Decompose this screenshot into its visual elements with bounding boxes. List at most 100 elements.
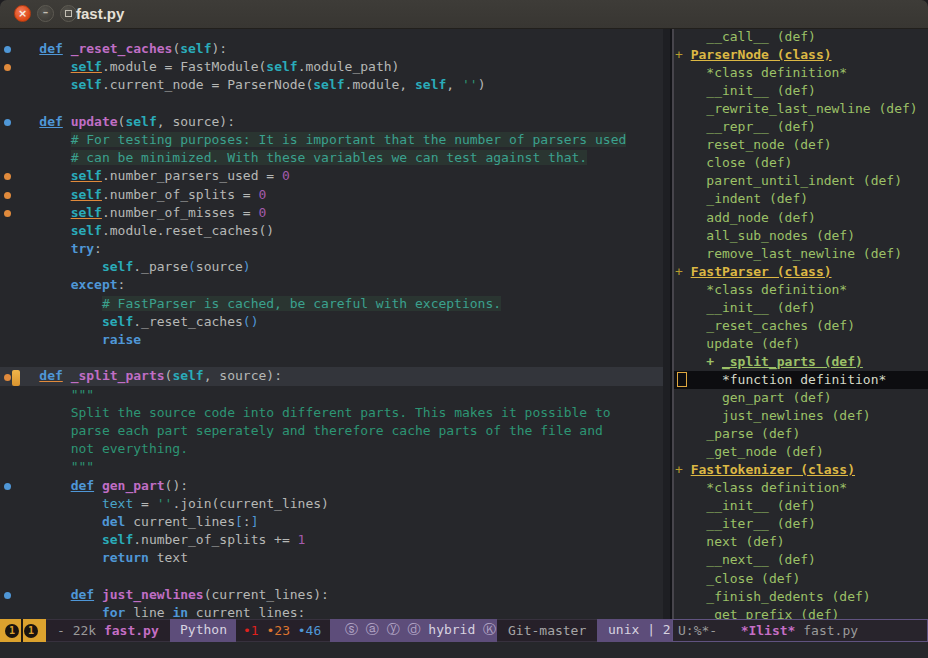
code-line[interactable]: self.module.reset_caches() (0, 222, 663, 240)
code-token: __next__ (def) (706, 552, 816, 567)
code-token (675, 83, 706, 98)
flycheck-info-dot (4, 46, 11, 53)
outline-item[interactable]: _reset_caches (def) (674, 317, 855, 335)
outline-item[interactable]: __init__ (def) (674, 299, 816, 317)
outline-item[interactable]: _rewrite_last_newline (def) (674, 100, 918, 118)
code-line[interactable]: self.current_node = ParserNode(self.modu… (0, 76, 663, 94)
outline-item[interactable]: __init__ (def) (674, 82, 816, 100)
outline-item[interactable]: __call__ (def) (674, 28, 816, 46)
code-line[interactable]: def gen_part(): (0, 477, 663, 495)
code-line[interactable]: self.number_parsers_used = 0 (0, 167, 663, 185)
code-token: *function definition* (722, 372, 886, 387)
outline-item[interactable]: _close (def) (674, 570, 800, 588)
maximize-button[interactable] (60, 5, 77, 22)
outline-item[interactable]: + ParserNode (class) (674, 46, 832, 64)
code-token: """ (71, 387, 94, 402)
code-line[interactable]: """ (0, 458, 663, 476)
modeline-text (290, 623, 298, 638)
code-token (8, 514, 102, 529)
modeline-text: Git-master (508, 623, 586, 638)
code-line[interactable] (0, 349, 663, 367)
outline-item[interactable]: *class definition* (674, 479, 847, 497)
outline-item[interactable]: + FastTokenizer (class) (674, 461, 855, 479)
code-token (8, 478, 71, 493)
code-line[interactable]: del current_lines[:] (0, 513, 663, 531)
outline-item[interactable]: update (def) (674, 335, 800, 353)
imenu-list-panel[interactable]: __call__ (def)+ ParserNode (class) *clas… (674, 29, 928, 619)
outline-item[interactable]: next (def) (674, 533, 785, 551)
outline-item[interactable]: all_sub_nodes (def) (674, 227, 855, 245)
code-token: : (118, 277, 126, 292)
outline-item[interactable]: _parse (def) (674, 425, 800, 443)
code-line[interactable]: def _reset_caches(self): (0, 40, 663, 58)
code-line[interactable]: parse each part seperately and therefore… (0, 422, 663, 440)
outline-item[interactable]: *class definition* (674, 64, 847, 82)
code-line[interactable]: self.module = FastModule(self.module_pat… (0, 58, 663, 76)
code-token (8, 496, 102, 511)
code-line[interactable]: self.number_of_misses = 0 (0, 204, 663, 222)
code-line[interactable]: def update(self, source): (0, 113, 663, 131)
code-token: reset_node (def) (706, 137, 831, 152)
code-token (8, 223, 71, 238)
window-number-icon: 1 (5, 624, 19, 638)
close-button[interactable]: × (14, 5, 31, 22)
code-line[interactable]: # FastParser is cached, be careful with … (0, 295, 663, 313)
code-line[interactable]: def just_newlines(current_lines): (0, 586, 663, 604)
outline-item[interactable]: remove_last_newline (def) (674, 245, 902, 263)
outline-item[interactable]: __iter__ (def) (674, 515, 816, 533)
outline-item[interactable]: *class definition* (674, 281, 847, 299)
code-token: _finish_dedents (def) (706, 589, 870, 604)
outline-item[interactable]: _get_node (def) (674, 443, 824, 461)
outline-item[interactable]: reset_node (def) (674, 136, 832, 154)
code-line[interactable]: text = ''.join(current_lines) (0, 495, 663, 513)
outline-item[interactable]: *function definition* (674, 371, 886, 389)
outline-item[interactable]: gen_part (def) (674, 389, 832, 407)
minimize-button[interactable]: – (37, 5, 54, 22)
code-line[interactable]: # For testing purposes: It is important … (0, 131, 663, 149)
code-token: _parse (def) (706, 426, 800, 441)
code-token: self (71, 205, 102, 220)
outline-item[interactable]: _indent (def) (674, 190, 808, 208)
code-token (8, 441, 71, 456)
code-token (8, 187, 71, 202)
code-line[interactable]: except: (0, 276, 663, 294)
code-token: self (266, 59, 297, 74)
modeline-segment-major-mode: Python (170, 619, 236, 642)
code-line[interactable]: try: (0, 240, 663, 258)
code-line[interactable]: Split the source code into different par… (0, 404, 663, 422)
code-token (8, 605, 102, 620)
outline-item[interactable]: just_newlines (def) (674, 407, 871, 425)
outline-item[interactable]: _finish_dedents (def) (674, 588, 871, 606)
outline-item[interactable]: parent_until_indent (def) (674, 172, 902, 190)
code-line[interactable]: return text (0, 549, 663, 567)
outline-item[interactable]: add_node (def) (674, 209, 816, 227)
flycheck-info-dot (4, 592, 11, 599)
code-token: not everything. (71, 441, 188, 456)
code-token (675, 119, 706, 134)
code-token: .module = FastModule( (102, 59, 266, 74)
code-line[interactable]: self._parse(source) (0, 258, 663, 276)
outline-item[interactable]: + FastParser (class) (674, 263, 832, 281)
outline-item[interactable]: close (def) (674, 154, 792, 172)
window-number-icon: 1 (24, 624, 38, 638)
code-line[interactable]: self._reset_caches() (0, 313, 663, 331)
outline-item[interactable]: __init__ (def) (674, 497, 816, 515)
outline-item[interactable]: + _split_parts (def) (674, 353, 863, 371)
code-buffer[interactable]: def _reset_caches(self): self.module = F… (0, 40, 663, 622)
code-token (675, 426, 706, 441)
code-line[interactable] (0, 95, 663, 113)
code-line[interactable]: def _split_parts(self, source): (0, 367, 663, 385)
code-line[interactable]: self.number_of_splits = 0 (0, 186, 663, 204)
code-line[interactable]: # can be minimized. With these variables… (0, 149, 663, 167)
outline-item[interactable]: __next__ (def) (674, 551, 816, 569)
outline-item[interactable]: __repr__ (def) (674, 118, 816, 136)
modeline-text: Python (180, 622, 227, 637)
code-line[interactable] (0, 567, 663, 585)
code-line[interactable]: self.number_of_splits += 1 (0, 531, 663, 549)
code-line[interactable]: not everything. (0, 440, 663, 458)
code-line[interactable]: """ (0, 386, 663, 404)
code-token: Split the source code into different par… (71, 405, 611, 420)
code-line[interactable]: raise (0, 331, 663, 349)
code-token (8, 114, 39, 129)
echo-area (0, 642, 928, 658)
